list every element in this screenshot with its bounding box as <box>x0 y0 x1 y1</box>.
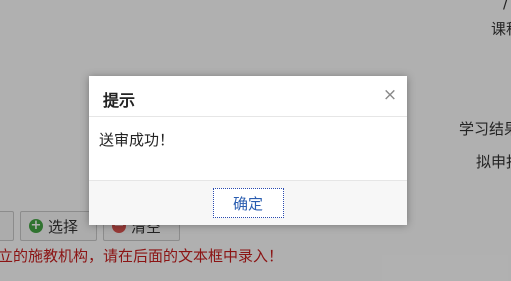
dialog-footer: 确定 <box>89 180 407 225</box>
dialog-title: 提示 <box>103 91 136 110</box>
dialog-header: 提示 × <box>89 76 407 117</box>
prompt-dialog: 提示 × 送审成功！ 确定 <box>89 76 407 225</box>
confirm-button[interactable]: 确定 <box>212 188 284 218</box>
close-icon[interactable]: × <box>382 86 398 104</box>
dialog-body: 送审成功！ <box>89 117 407 180</box>
dialog-message: 送审成功！ <box>99 131 175 149</box>
